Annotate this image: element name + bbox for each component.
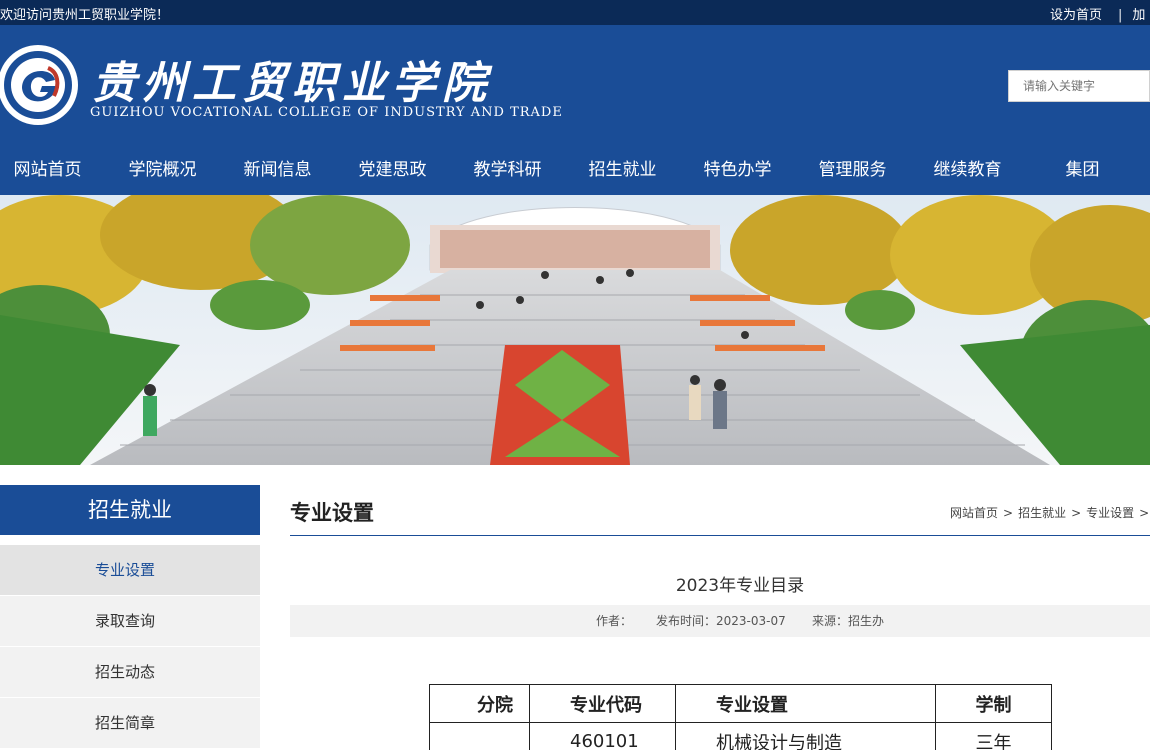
sidebar-title: 招生就业	[0, 485, 260, 535]
content-header: 专业设置 网站首页 > 招生就业 > 专业设置 >	[290, 485, 1150, 536]
nav-item-about[interactable]: 学院概况	[115, 145, 230, 195]
breadcrumb-separator: >	[1071, 506, 1082, 520]
nav-item-party[interactable]: 党建思政	[345, 145, 460, 195]
meta-author: 作者：	[596, 614, 633, 628]
meta-source: 来源：招生办	[812, 614, 885, 628]
table-header-cell: 学制	[935, 684, 1052, 723]
search-box	[1008, 70, 1150, 102]
table-cell: 460101	[529, 722, 676, 750]
table-cell	[429, 722, 530, 750]
sidebar-item-admission-brochure[interactable]: 招生简章	[0, 698, 260, 748]
nav-item-news[interactable]: 新闻信息	[230, 145, 345, 195]
majors-table: 分院 专业代码 专业设置 学制 460101 机械设计与制造 三年	[429, 684, 1052, 750]
site-header: 贵州工贸职业学院 GUIZHOU VOCATIONAL COLLEGE OF I…	[0, 25, 1150, 145]
breadcrumb-separator: >	[1139, 506, 1150, 520]
table-header-cell: 分院	[429, 684, 530, 723]
main-content: 专业设置 网站首页 > 招生就业 > 专业设置 > 2023年专业目录 作者： 发布时间：…	[290, 485, 1150, 750]
nav-item-admissions[interactable]: 招生就业	[575, 145, 690, 195]
top-separator: |	[1118, 8, 1123, 23]
table-header-cell: 专业代码	[529, 684, 676, 723]
breadcrumb-admissions[interactable]: 招生就业	[1018, 506, 1066, 520]
top-links: 设为首页 | 加	[1050, 4, 1150, 23]
sidebar: 招生就业 专业设置 录取查询 招生动态 招生简章	[0, 485, 260, 749]
breadcrumb-separator: >	[1003, 506, 1014, 520]
nav-item-features[interactable]: 特色办学	[690, 145, 805, 195]
nav-item-continuing-edu[interactable]: 继续教育	[920, 145, 1035, 195]
campus-banner	[0, 195, 1150, 465]
table-header-cell: 专业设置	[675, 684, 936, 723]
college-english-name: GUIZHOU VOCATIONAL COLLEGE OF INDUSTRY A…	[90, 105, 563, 120]
table-cell: 机械设计与制造	[675, 722, 936, 750]
top-bar: 欢迎访问贵州工贸职业学院！ 设为首页 | 加	[0, 0, 1150, 25]
nav-item-home[interactable]: 网站首页	[0, 145, 115, 195]
nav-item-group[interactable]: 集团	[1035, 145, 1150, 195]
breadcrumb: 网站首页 > 招生就业 > 专业设置 >	[950, 504, 1150, 521]
search-input[interactable]	[1023, 79, 1149, 93]
table-header-row: 分院 专业代码 专业设置 学制	[429, 684, 1052, 723]
sidebar-item-admission-news[interactable]: 招生动态	[0, 647, 260, 697]
main-nav: 网站首页 学院概况 新闻信息 党建思政 教学科研 招生就业 特色办学 管理服务 …	[0, 145, 1150, 195]
add-favorite-link[interactable]: 加	[1132, 8, 1145, 23]
breadcrumb-majors[interactable]: 专业设置	[1086, 506, 1134, 520]
college-logo-icon[interactable]	[0, 38, 82, 132]
sidebar-list: 专业设置 录取查询 招生动态 招生简章	[0, 545, 260, 748]
article-meta: 作者： 发布时间：2023-03-07 来源：招生办	[290, 605, 1150, 637]
sidebar-item-majors[interactable]: 专业设置	[0, 545, 260, 595]
sidebar-item-admission-query[interactable]: 录取查询	[0, 596, 260, 646]
set-home-link[interactable]: 设为首页	[1050, 8, 1102, 23]
nav-item-services[interactable]: 管理服务	[805, 145, 920, 195]
meta-publish-time: 发布时间：2023-03-07	[656, 614, 786, 628]
table-row: 460101 机械设计与制造 三年	[429, 722, 1052, 750]
breadcrumb-home[interactable]: 网站首页	[950, 506, 998, 520]
nav-item-research[interactable]: 教学科研	[460, 145, 575, 195]
college-chinese-name: 贵州工贸职业学院	[92, 58, 492, 109]
campus-stairs-image	[0, 195, 1150, 465]
welcome-text: 欢迎访问贵州工贸职业学院！	[0, 8, 170, 23]
section-title: 专业设置	[290, 501, 374, 525]
table-cell: 三年	[935, 722, 1052, 750]
article-title: 2023年专业目录	[675, 576, 805, 596]
